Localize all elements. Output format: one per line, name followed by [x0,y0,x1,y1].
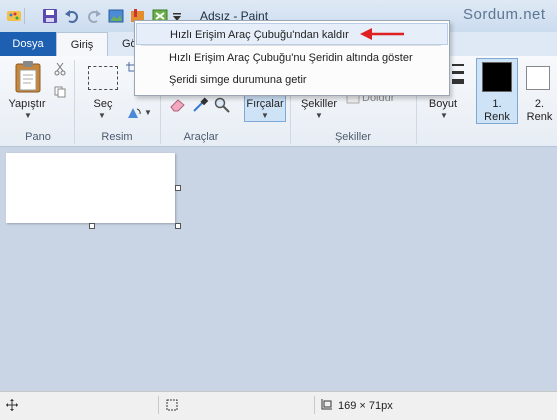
select-button-label[interactable]: Seç [84,98,122,110]
paste-button-label[interactable]: Yapıştır [4,98,50,110]
resize-handle-right[interactable] [175,185,181,191]
paste-icon[interactable] [14,60,44,94]
red-arrow-annotation [360,28,404,40]
size-dropdown-icon[interactable]: ▼ [440,111,448,120]
picture-icon[interactable] [108,8,124,24]
resize-handle-corner[interactable] [175,223,181,229]
color2-swatch[interactable] [526,66,550,90]
tools-group-label: Araçlar [183,131,219,143]
color2-label-bottom[interactable]: Renk [522,111,557,123]
cut-icon[interactable] [54,62,66,76]
selection-size-icon [166,399,178,411]
cursor-position-icon [6,399,18,411]
magnifier-icon[interactable] [214,97,230,113]
status-bar [0,391,557,420]
drawing-canvas[interactable] [6,153,175,223]
menu-item-show-below-ribbon[interactable]: Hızlı Erişim Araç Çubuğu'nu Şeridin altı… [136,47,448,69]
size-lines-icon[interactable] [452,62,464,88]
rotate-dropdown-icon[interactable]: ▼ [144,108,152,117]
brushes-dropdown-icon[interactable]: ▼ [261,111,269,120]
redo-icon[interactable] [86,8,102,24]
status-separator [158,396,159,414]
rotate-icon[interactable] [126,106,142,120]
ribbon-separator [74,60,75,144]
brushes-button-label[interactable]: Fırçalar [244,98,286,110]
tab-file[interactable]: Dosya [0,32,56,56]
image-group-label: Resim [101,131,133,143]
color1-swatch [482,62,512,92]
tab-home[interactable]: Giriş [56,32,108,57]
paste-dropdown-icon[interactable]: ▼ [24,111,32,120]
menu-separator [141,45,441,46]
menu-item-minimize-ribbon[interactable]: Şeridi simge durumuna getir [136,69,448,91]
image-size-text: 169 × 71px [338,400,393,412]
copy-icon[interactable] [54,86,66,98]
select-dropdown-icon[interactable]: ▼ [98,111,106,120]
color1-label-bottom: Renk [484,111,510,123]
shapes-group-label: Şekiller [334,131,372,143]
color2-label-top[interactable]: 2. [522,98,557,110]
size-button-label[interactable]: Boyut [420,98,466,110]
watermark-text: Sordum.net [463,6,546,23]
eraser-icon[interactable] [170,98,186,112]
shapes-button-label[interactable]: Şekiller [296,98,342,110]
status-separator [314,396,315,414]
select-icon[interactable] [88,66,118,90]
title-separator [24,8,25,24]
color-picker-icon[interactable] [192,97,208,113]
undo-icon[interactable] [64,8,80,24]
resize-handle-bottom[interactable] [89,223,95,229]
clipboard-group-label: Pano [25,131,51,143]
paint-app-icon[interactable] [6,8,22,24]
image-size-icon [321,399,332,410]
save-icon[interactable] [42,8,58,24]
shapes-dropdown-icon[interactable]: ▼ [315,111,323,120]
color1-label-top: 1. [492,98,502,110]
